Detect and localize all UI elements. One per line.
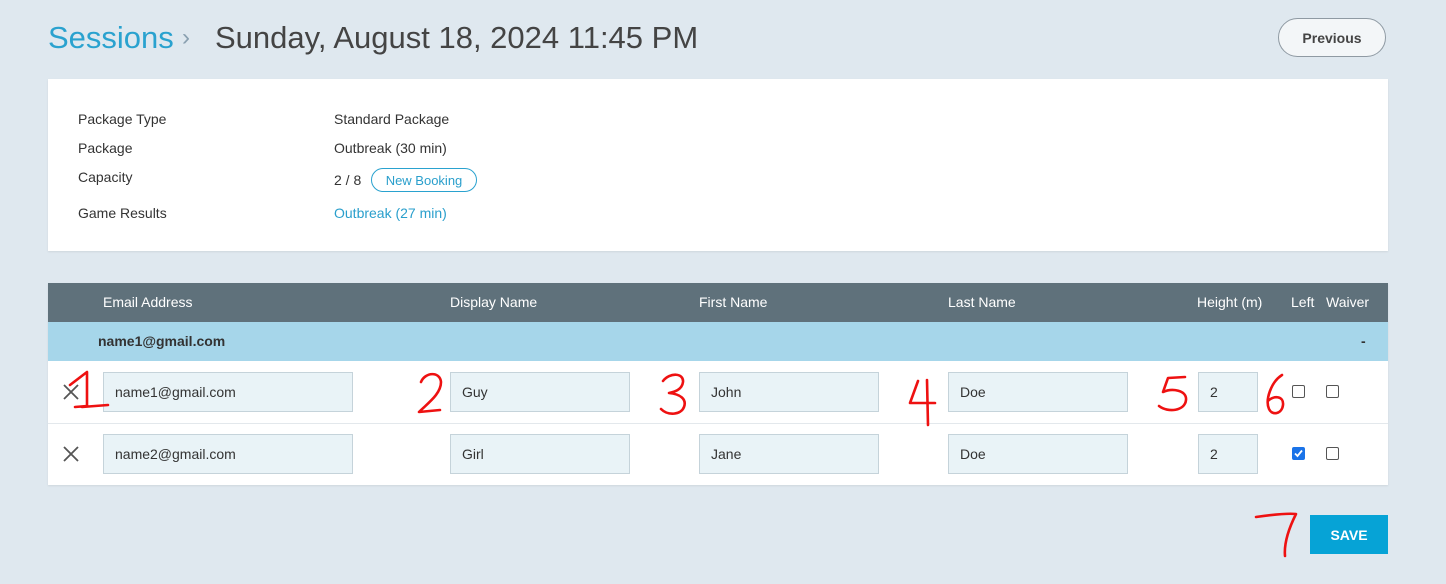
display-name-field[interactable] [450, 434, 630, 474]
waiver-checkbox[interactable] [1326, 385, 1339, 398]
game-results-link[interactable]: Outbreak (27 min) [334, 204, 447, 222]
email-field[interactable] [103, 434, 353, 474]
column-header-height: Height (m) [1197, 294, 1263, 310]
collapse-toggle[interactable]: - [1361, 322, 1366, 361]
column-header-email: Email Address [103, 294, 193, 310]
first-name-field[interactable] [699, 372, 879, 412]
left-checkbox[interactable] [1292, 447, 1305, 460]
last-name-field[interactable] [948, 434, 1128, 474]
save-button[interactable]: SAVE [1310, 515, 1388, 554]
first-name-field[interactable] [699, 434, 879, 474]
package-value: Outbreak (30 min) [334, 140, 447, 156]
column-header-left: Left [1291, 294, 1315, 310]
last-name-field[interactable] [948, 372, 1128, 412]
package-type-label: Package Type [78, 111, 167, 127]
annotation-7 [1254, 512, 1298, 558]
email-field[interactable] [103, 372, 353, 412]
column-header-first-name: First Name [699, 294, 768, 310]
package-type-value: Standard Package [334, 111, 450, 127]
breadcrumb-sessions-link[interactable]: Sessions [48, 18, 174, 58]
height-field[interactable] [1198, 372, 1258, 412]
session-info-card [48, 79, 1388, 251]
row-divider [48, 423, 1388, 424]
breadcrumb-separator: › [182, 24, 190, 51]
page-title: Sunday, August 18, 2024 11:45 PM [215, 20, 699, 55]
capacity-label: Capacity [78, 169, 133, 185]
column-header-last-name: Last Name [948, 294, 1016, 310]
height-field[interactable] [1198, 434, 1258, 474]
remove-row-icon[interactable] [62, 383, 80, 401]
package-label: Package [78, 140, 133, 156]
waiver-checkbox[interactable] [1326, 447, 1339, 460]
booking-group-email: name1@gmail.com [98, 333, 226, 349]
new-booking-button[interactable]: New Booking [371, 168, 477, 192]
display-name-field[interactable] [450, 372, 630, 412]
column-header-waiver: Waiver [1326, 294, 1370, 310]
remove-row-icon[interactable] [62, 445, 80, 463]
left-checkbox[interactable] [1292, 385, 1305, 398]
capacity-value: 2 / 8 [334, 172, 362, 188]
column-header-display-name: Display Name [450, 294, 538, 310]
game-results-label: Game Results [78, 205, 167, 221]
previous-button[interactable]: Previous [1278, 18, 1386, 57]
booking-group-row[interactable] [48, 322, 1388, 361]
